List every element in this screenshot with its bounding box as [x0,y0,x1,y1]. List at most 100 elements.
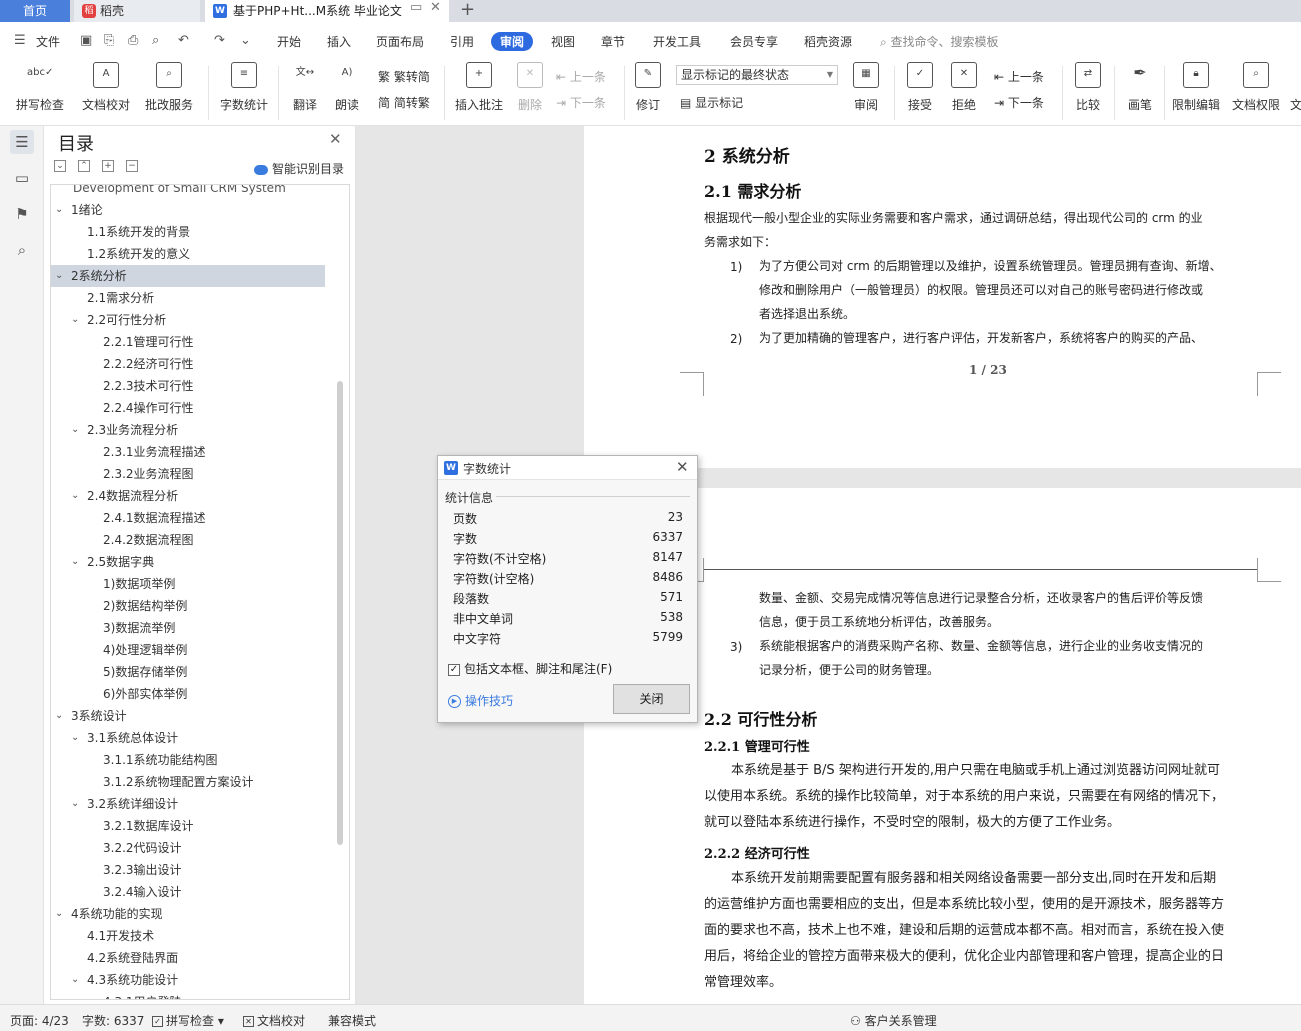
chevron-down-icon[interactable]: ⌄ [71,485,79,507]
document-page[interactable]: 2 系统分析 2.1 需求分析 根据现代一般小型企业的实际业务需要和客户需求，通… [584,126,1301,468]
toc-item[interactable]: ⌄ 4.3系统功能设计 [51,969,325,991]
chevron-down-icon[interactable]: ⌄ [71,419,79,441]
spellcheck-status[interactable]: ✓ 拼写检查 ▾ [152,1012,224,1029]
hamburger-menu-icon[interactable]: ☰ [14,33,26,48]
toc-panel-icon[interactable]: ☰ [10,130,34,154]
print-icon[interactable]: ⎙ [128,33,138,48]
delete-comment-button[interactable]: ✕ 删除 [512,62,548,113]
toc-item[interactable]: 3.1.1系统功能结构图 [51,749,325,771]
toc-item[interactable]: 2.2.1管理可行性 [51,331,325,353]
menu-section[interactable]: 章节 [601,33,625,50]
export-pdf-icon[interactable]: ⎘ [104,33,114,48]
toc-item[interactable]: 3.1.2系统物理配置方案设计 [51,771,325,793]
menu-review[interactable]: 审阅 [491,32,534,51]
toc-item[interactable]: ⌄ 2系统分析 [51,265,325,287]
chevron-down-icon[interactable]: ⌄ [71,727,79,749]
collapse-all-icon[interactable]: ⌄ [54,160,66,172]
toc-item[interactable]: 3.2.3输出设计 [51,859,325,881]
chevron-down-icon[interactable]: ⌄ [55,199,63,221]
doc-permission-button[interactable]: ⌕ 文档权限 [1230,62,1282,113]
toc-item[interactable]: 2.4.1数据流程描述 [51,507,325,529]
new-tab-plus-icon[interactable]: + [460,0,475,20]
next-change-button[interactable]: ⇥ 下一条 [994,94,1044,111]
markup-state-select[interactable]: 显示标记的最终状态 ▼ [676,65,838,85]
toc-item[interactable]: 1)数据项举例 [51,573,325,595]
command-search[interactable]: ⌕ 查找命令、搜索模板 [880,33,999,50]
menu-file[interactable]: 文件 [36,33,60,50]
toc-item[interactable]: ⌄ 2.2可行性分析 [51,309,325,331]
toc-item[interactable]: 3.2.4输入设计 [51,881,325,903]
print-preview-icon[interactable]: ⌕ [152,33,159,48]
menu-member[interactable]: 会员专享 [730,33,778,50]
menu-page-layout[interactable]: 页面布局 [376,33,424,50]
remove-heading-icon[interactable]: − [126,160,138,172]
compare-button[interactable]: ⇄ 比较 [1070,62,1106,113]
proof-status[interactable]: ✕ 文档校对 [243,1012,305,1029]
toc-item[interactable]: 6)外部实体举例 [51,683,325,705]
smart-toc-button[interactable]: 智能识别目录 [254,160,344,177]
toc-item-partial[interactable]: Development of Small CRM System [73,185,286,199]
save-icon[interactable]: ▣ [80,33,92,48]
toc-scrollbar[interactable] [337,381,343,845]
toc-item[interactable]: 4.2系统登陆界面 [51,947,325,969]
toc-item[interactable]: 2)数据结构举例 [51,595,325,617]
search-icon[interactable]: ⌕ [10,238,34,262]
toc-item[interactable]: 2.1需求分析 [51,287,325,309]
chevron-down-icon[interactable]: ⌄ [55,903,63,925]
next-comment-button[interactable]: ⇥ 下一条 [556,94,606,111]
toc-item[interactable]: ⌄ 3系统设计 [51,705,325,727]
restrict-edit-button[interactable]: 🔒︎ 限制编辑 [1170,62,1222,113]
menu-view[interactable]: 视图 [551,33,575,50]
read-aloud-button[interactable]: A) 朗读 [330,62,364,113]
redo-icon[interactable]: ↷ [214,33,225,48]
menu-start[interactable]: 开始 [277,33,301,50]
toc-item[interactable]: ⌄ 2.4数据流程分析 [51,485,325,507]
chevron-down-icon[interactable]: ⌄ [71,551,79,573]
prev-change-button[interactable]: ⇤ 上一条 [994,68,1044,85]
trad-to-simp-button[interactable]: 繁 繁转简 [378,68,430,85]
toc-item[interactable]: 1.1系统开发的背景 [51,221,325,243]
track-changes-button[interactable]: ✎ 修订 [630,62,666,113]
toc-item[interactable]: ⌄ 3.1系统总体设计 [51,727,325,749]
chevron-down-icon[interactable]: ⌄ [55,705,63,727]
tab-home[interactable]: 首页 [0,0,70,22]
dialog-titlebar[interactable]: W 字数统计 ✕ [438,456,697,480]
ribbon-more-label[interactable]: 文 [1290,96,1301,113]
add-heading-icon[interactable]: + [102,160,114,172]
toc-item[interactable]: 2.2.2经济可行性 [51,353,325,375]
toc-item[interactable]: 2.3.1业务流程描述 [51,441,325,463]
tab-daoke[interactable]: 稻 稻壳 [74,0,200,22]
menu-developer[interactable]: 开发工具 [653,33,701,50]
close-button[interactable]: 关闭 [613,684,690,714]
chevron-down-icon[interactable]: ⌄ [71,793,79,815]
chevron-down-icon[interactable]: ⌄ [55,265,63,287]
undo-icon[interactable]: ↶ [178,33,189,48]
toc-item[interactable]: ⌄ 1绪论 [51,199,325,221]
doc-proof-button[interactable]: A 文档校对 [80,62,132,113]
toc-item[interactable]: ⌄ 3.2系统详细设计 [51,793,325,815]
toc-item[interactable]: 3)数据流举例 [51,617,325,639]
close-icon[interactable]: ✕ [676,458,689,476]
toc-item[interactable]: ⌄ 4系统功能的实现 [51,903,325,925]
bookmark-icon[interactable]: ⚑ [10,202,34,226]
toc-item[interactable]: 2.2.4操作可行性 [51,397,325,419]
word-count-indicator[interactable]: 字数: 6337 [82,1012,144,1029]
menu-references[interactable]: 引用 [450,33,474,50]
toc-item[interactable]: ⌄ 2.5数据字典 [51,551,325,573]
chapter-nav-icon[interactable]: ▭ [10,166,34,190]
reject-button[interactable]: ✕ 拒绝 [946,62,982,113]
page-indicator[interactable]: 页面: 4/23 [10,1012,69,1029]
toc-item[interactable]: 4.1开发技术 [51,925,325,947]
toc-item[interactable]: 2.2.3技术可行性 [51,375,325,397]
toc-item[interactable]: 1.2系统开发的意义 [51,243,325,265]
toc-item[interactable]: 4)处理逻辑举例 [51,639,325,661]
translate-button[interactable]: 文↔ 翻译 [286,62,324,113]
customize-quickbar-chevron-icon[interactable]: ⌄ [240,33,251,48]
chevron-down-icon[interactable]: ⌄ [71,309,79,331]
toc-item[interactable]: 4.3.1用户登陆 [51,991,325,999]
toc-item[interactable]: 3.2.1数据库设计 [51,815,325,837]
toc-item[interactable]: 3.2.2代码设计 [51,837,325,859]
expand-all-icon[interactable]: ⌃ [78,160,90,172]
show-markup-button[interactable]: ▤ 显示标记 [680,94,743,111]
toc-item[interactable]: 2.4.2数据流程图 [51,529,325,551]
